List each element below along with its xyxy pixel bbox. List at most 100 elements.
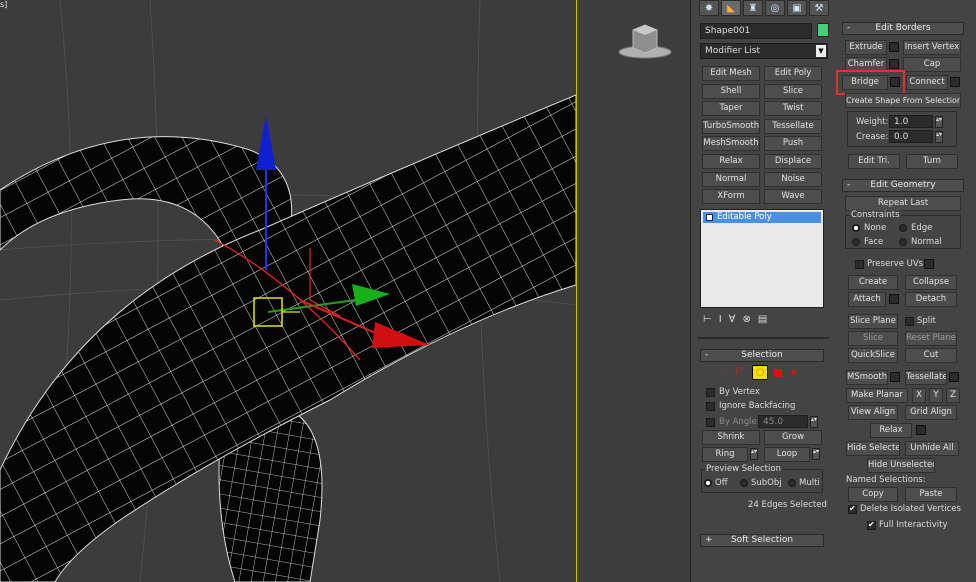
relax-button[interactable]: Relax bbox=[870, 423, 912, 438]
hide-unselected-button[interactable]: Hide Unselected bbox=[867, 458, 935, 473]
turn-button[interactable]: Turn bbox=[906, 154, 958, 169]
connect-settings-icon[interactable] bbox=[950, 77, 960, 87]
chamfer-settings-icon[interactable] bbox=[889, 59, 899, 69]
planar-x-button[interactable]: X bbox=[912, 388, 926, 403]
msmooth-button[interactable]: MSmooth bbox=[846, 370, 888, 385]
modify-tab-icon[interactable]: ◣ bbox=[721, 0, 741, 16]
by-vertex-checkbox[interactable] bbox=[706, 388, 715, 397]
weight-spinner[interactable]: ▴▾ bbox=[935, 116, 943, 128]
modifier-button-relax[interactable]: Relax bbox=[702, 154, 760, 169]
constraint-edge-radio[interactable] bbox=[899, 224, 907, 232]
extrude-button[interactable]: Extrude bbox=[845, 40, 887, 55]
modifier-button-wave[interactable]: Wave bbox=[764, 189, 822, 205]
motion-tab-icon[interactable]: ◎ bbox=[765, 0, 785, 16]
chevron-down-icon[interactable]: ▼ bbox=[816, 45, 826, 57]
delete-isolated-checkbox[interactable] bbox=[848, 504, 857, 514]
planar-z-button[interactable]: Z bbox=[946, 388, 960, 403]
detach-button[interactable]: Detach bbox=[905, 292, 957, 307]
extrude-settings-icon[interactable] bbox=[889, 42, 899, 52]
insert-vertex-button[interactable]: Insert Vertex bbox=[903, 40, 961, 55]
hierarchy-tab-icon[interactable]: ♜ bbox=[743, 0, 763, 16]
unhide-all-button[interactable]: Unhide All bbox=[905, 441, 959, 456]
stack-item-editable-poly[interactable]: Editable Poly bbox=[703, 212, 821, 223]
edge-icon[interactable]: ◸ bbox=[736, 366, 744, 377]
collapse-button[interactable]: Collapse bbox=[905, 275, 957, 290]
modifier-button-displace[interactable]: Displace bbox=[764, 154, 822, 169]
edit-borders-rollout-header[interactable]: - Edit Borders bbox=[842, 22, 964, 35]
modifier-button-meshsmooth[interactable]: MeshSmooth bbox=[702, 136, 760, 152]
cut-button[interactable]: Cut bbox=[905, 348, 957, 363]
perspective-viewport[interactable]: s] bbox=[0, 0, 576, 582]
edit-geometry-rollout-header[interactable]: - Edit Geometry bbox=[842, 179, 964, 192]
weight-field[interactable]: 1.0 bbox=[889, 115, 933, 128]
modifier-stack[interactable]: Editable Poly bbox=[700, 209, 824, 308]
ring-button[interactable]: Ring bbox=[702, 447, 748, 462]
show-end-result-icon[interactable]: Ⅰ bbox=[719, 314, 729, 325]
modifier-button-taper[interactable]: Taper bbox=[702, 101, 760, 117]
cap-button[interactable]: Cap bbox=[903, 57, 961, 72]
copy-button[interactable]: Copy bbox=[848, 487, 898, 502]
msmooth-settings-icon[interactable] bbox=[890, 372, 900, 382]
viewcube-icon[interactable] bbox=[615, 22, 675, 62]
by-angle-checkbox[interactable] bbox=[706, 418, 715, 427]
preserve-uvs-settings-icon[interactable] bbox=[924, 259, 934, 269]
reset-plane-button[interactable]: Reset Plane bbox=[905, 331, 957, 346]
tessellate-button[interactable]: Tessellate bbox=[905, 370, 947, 385]
crease-field[interactable]: 0.0 bbox=[889, 130, 933, 143]
create-button[interactable]: Create bbox=[848, 275, 898, 290]
viewcube-viewport[interactable] bbox=[577, 0, 690, 582]
split-checkbox[interactable] bbox=[905, 317, 914, 326]
element-icon[interactable]: ◈ bbox=[790, 367, 798, 378]
grid-align-button[interactable]: Grid Align bbox=[905, 405, 957, 420]
polygon-icon[interactable] bbox=[774, 369, 782, 377]
paste-button[interactable]: Paste bbox=[905, 487, 957, 502]
modifier-button-turbosmooth[interactable]: TurboSmooth bbox=[702, 118, 760, 134]
modifier-button-edit-mesh[interactable]: Edit Mesh bbox=[702, 66, 760, 81]
modifier-button-edit-poly[interactable]: Edit Poly bbox=[764, 66, 822, 81]
relax-settings-icon[interactable] bbox=[916, 425, 926, 435]
modifier-button-noise[interactable]: Noise bbox=[764, 171, 822, 187]
make-unique-icon[interactable]: ∀ bbox=[729, 314, 743, 325]
modifier-button-tessellate[interactable]: Tessellate bbox=[764, 118, 822, 134]
ring-spinner[interactable]: ▴▾ bbox=[750, 448, 758, 460]
utilities-tab-icon[interactable]: ⚒ bbox=[809, 0, 829, 16]
create-shape-button[interactable]: Create Shape From Selection bbox=[845, 93, 961, 108]
preview-subobj-radio[interactable] bbox=[740, 479, 748, 487]
remove-modifier-icon[interactable]: ⊗ bbox=[743, 314, 758, 325]
by-angle-spinner[interactable]: ▴▾ bbox=[810, 416, 818, 428]
constraint-none-radio[interactable] bbox=[852, 224, 860, 232]
modifier-button-shell[interactable]: Shell bbox=[702, 83, 760, 99]
modifier-button-push[interactable]: Push bbox=[764, 136, 822, 152]
attach-settings-icon[interactable] bbox=[889, 294, 899, 304]
object-color-swatch[interactable] bbox=[817, 23, 829, 37]
object-name-field[interactable]: Shape001 bbox=[700, 23, 812, 39]
preserve-uvs-checkbox[interactable] bbox=[855, 260, 864, 269]
view-align-button[interactable]: View Align bbox=[848, 405, 898, 420]
grow-button[interactable]: Grow bbox=[764, 430, 822, 445]
create-tab-icon[interactable]: ✸ bbox=[699, 0, 719, 16]
connect-button[interactable]: Connect bbox=[906, 75, 948, 90]
loop-button[interactable]: Loop bbox=[764, 447, 810, 462]
loop-spinner[interactable]: ▴▾ bbox=[812, 448, 820, 460]
modifier-list-dropdown[interactable]: Modifier List bbox=[700, 43, 828, 59]
modifier-button-twist[interactable]: Twist bbox=[764, 101, 822, 117]
shrink-button[interactable]: Shrink bbox=[702, 430, 760, 445]
slice-button[interactable]: Slice bbox=[848, 331, 898, 346]
selection-rollout-header[interactable]: - Selection bbox=[700, 349, 824, 362]
tessellate-settings-icon[interactable] bbox=[949, 372, 959, 382]
constraint-normal-radio[interactable] bbox=[899, 238, 907, 246]
soft-selection-rollout-header[interactable]: + Soft Selection bbox=[700, 534, 824, 547]
preview-multi-radio[interactable] bbox=[788, 479, 796, 487]
modifier-button-xform[interactable]: XForm bbox=[702, 189, 760, 205]
attach-button[interactable]: Attach bbox=[848, 292, 886, 307]
full-interactivity-checkbox[interactable] bbox=[867, 520, 876, 530]
display-tab-icon[interactable]: ▣ bbox=[787, 0, 807, 16]
quickslice-button[interactable]: QuickSlice bbox=[848, 348, 898, 363]
preview-off-radio[interactable] bbox=[704, 479, 712, 487]
expand-icon[interactable] bbox=[706, 214, 713, 221]
pin-stack-icon[interactable]: ⊢ bbox=[703, 314, 719, 325]
hide-selected-button[interactable]: Hide Selected bbox=[846, 441, 900, 456]
configure-sets-icon[interactable]: ▤ bbox=[758, 314, 774, 325]
vertex-icon[interactable]: ·∴ bbox=[718, 367, 727, 377]
ignore-backfacing-checkbox[interactable] bbox=[706, 402, 715, 411]
